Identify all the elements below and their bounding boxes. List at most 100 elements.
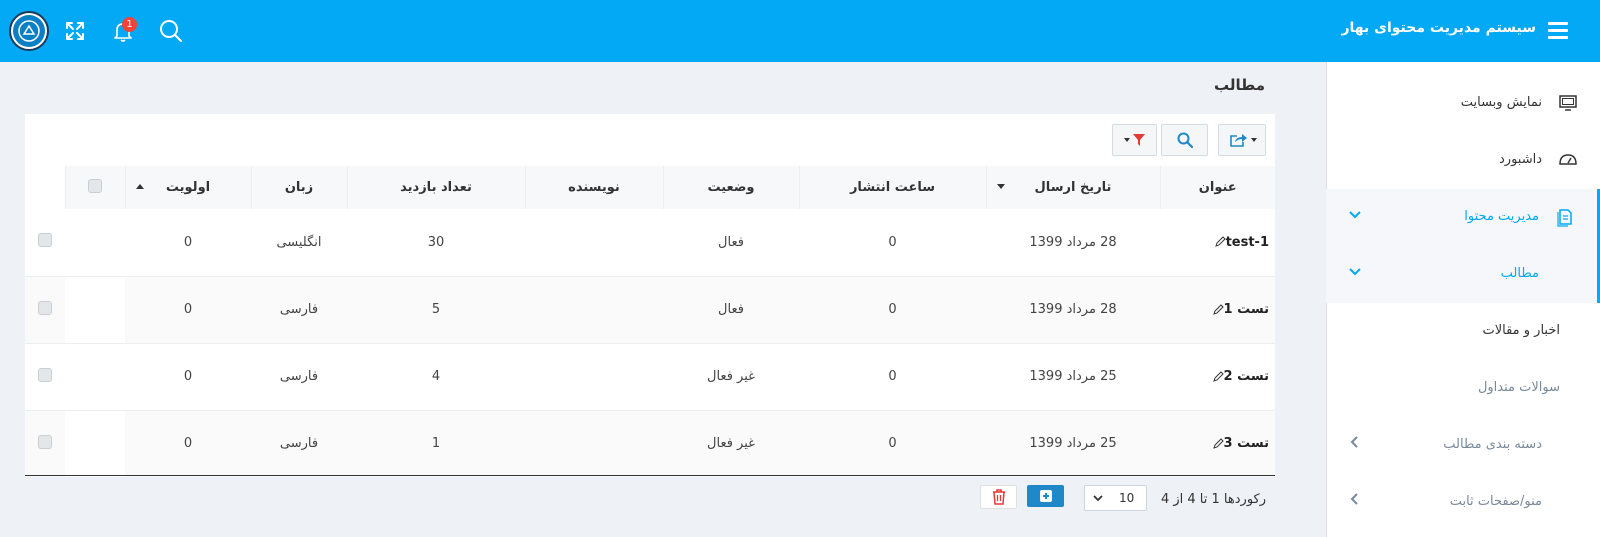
row-select bbox=[25, 343, 65, 411]
page-title: مطالب bbox=[1213, 76, 1265, 94]
sort-asc-icon bbox=[135, 184, 144, 189]
row-send-date: 28 مرداد 1399 bbox=[986, 209, 1160, 277]
sidebar-item-articles[interactable]: مطالب bbox=[1326, 246, 1600, 303]
row-priority: 0 bbox=[125, 276, 251, 344]
add-article-button[interactable] bbox=[1027, 485, 1064, 507]
fullscreen-icon[interactable] bbox=[62, 18, 88, 44]
row-select bbox=[25, 410, 65, 478]
column-header-select bbox=[64, 166, 125, 209]
column-header-status[interactable]: وضعیت bbox=[662, 166, 799, 209]
page-size-select[interactable]: 10 bbox=[1084, 485, 1147, 511]
table-row[interactable]: تست 1 28 مرداد 1399 0 فعال 5 فارسی 0 bbox=[25, 276, 1275, 344]
row-checkbox[interactable] bbox=[38, 300, 52, 315]
sidebar-item-label: دسته بندی مطالب bbox=[1443, 437, 1542, 452]
chevron-down-icon bbox=[1093, 495, 1103, 502]
row-checkbox[interactable] bbox=[38, 434, 52, 449]
row-author bbox=[525, 209, 663, 277]
document-icon bbox=[1557, 209, 1572, 227]
row-checkbox[interactable] bbox=[38, 367, 52, 382]
search-icon bbox=[1177, 132, 1193, 148]
sidebar-item-label: نمایش وبسایت bbox=[1460, 95, 1542, 110]
column-header-title[interactable]: عنوان bbox=[1159, 166, 1275, 209]
chevron-down-icon bbox=[1349, 211, 1361, 219]
row-send-date: 28 مرداد 1399 bbox=[986, 276, 1160, 344]
sidebar-item-dashboard[interactable]: داشبورد bbox=[1326, 132, 1600, 189]
sidebar-item-content-management[interactable]: مدیریت محتوا bbox=[1326, 189, 1600, 246]
table-row[interactable]: test-1 28 مرداد 1399 0 فعال 30 انگلیسی 0 bbox=[25, 209, 1275, 277]
row-priority: 0 bbox=[125, 343, 251, 411]
column-header-publish-time[interactable]: ساعت انتشار bbox=[798, 166, 986, 209]
notification-badge: 1 bbox=[122, 17, 137, 32]
row-title[interactable]: تست 1 bbox=[1160, 276, 1275, 344]
column-header-views[interactable]: تعداد بازدید bbox=[346, 166, 525, 209]
sidebar-item-article-categories[interactable]: دسته بندی مطالب bbox=[1326, 417, 1600, 474]
row-send-date: 25 مرداد 1399 bbox=[986, 410, 1160, 478]
edit-pencil-icon[interactable] bbox=[1212, 303, 1224, 316]
row-gap bbox=[65, 410, 125, 478]
filter-icon bbox=[1132, 134, 1145, 146]
row-views: 5 bbox=[347, 276, 525, 344]
row-checkbox[interactable] bbox=[38, 233, 52, 248]
column-header-send-date[interactable]: تاریخ ارسال bbox=[985, 166, 1160, 209]
sidebar-item-label: مطالب bbox=[1500, 266, 1539, 281]
row-publish-time: 0 bbox=[799, 410, 986, 478]
row-status: فعال bbox=[663, 209, 799, 277]
app-title: سیستم مدیریت محتوای بهار bbox=[1341, 20, 1536, 36]
sidebar-item-label: سوالات متداول bbox=[1477, 380, 1560, 395]
delete-button[interactable] bbox=[980, 485, 1017, 509]
select-all-checkbox[interactable] bbox=[88, 178, 102, 193]
column-header-author[interactable]: نویسنده bbox=[524, 166, 663, 209]
table-bottom-border bbox=[25, 475, 1275, 476]
row-select bbox=[25, 276, 65, 344]
chevron-left-icon bbox=[1350, 493, 1358, 505]
sidebar-item-label: مدیریت محتوا bbox=[1464, 209, 1539, 224]
table-row[interactable]: تست 3 25 مرداد 1399 0 غیر فعال 1 فارسی 0 bbox=[25, 410, 1275, 478]
row-title[interactable]: تست 3 bbox=[1160, 410, 1275, 478]
row-title[interactable]: test-1 bbox=[1160, 209, 1275, 277]
row-views: 1 bbox=[347, 410, 525, 478]
records-summary: رکوردها 1 تا 4 از 4 bbox=[1160, 492, 1266, 507]
table-row[interactable]: تست 2 25 مرداد 1399 0 غیر فعال 4 فارسی 0 bbox=[25, 343, 1275, 411]
header-search-icon[interactable] bbox=[158, 18, 184, 44]
sidebar-item-menu-static-pages[interactable]: منو/صفحات ثابت bbox=[1326, 474, 1600, 531]
row-select bbox=[25, 209, 65, 277]
edit-pencil-icon[interactable] bbox=[1212, 370, 1224, 383]
row-priority: 0 bbox=[125, 209, 251, 277]
sidebar-item-news-articles[interactable]: اخبار و مقالات bbox=[1326, 303, 1600, 360]
sidebar-item-view-website[interactable]: نمایش وبسایت bbox=[1326, 75, 1600, 132]
edit-pencil-icon[interactable] bbox=[1212, 437, 1224, 450]
caret-down-icon bbox=[1123, 138, 1130, 142]
logo-mark bbox=[13, 15, 45, 47]
row-language: فارسی bbox=[251, 410, 347, 478]
hamburger-menu-icon[interactable] bbox=[1548, 22, 1568, 40]
row-gap bbox=[65, 209, 125, 277]
row-author bbox=[525, 343, 663, 411]
table-header-row: عنوان تاریخ ارسال ساعت انتشار وضعیت نویس… bbox=[25, 166, 1275, 209]
edit-pencil-icon[interactable] bbox=[1214, 236, 1226, 248]
row-gap bbox=[65, 276, 125, 344]
row-language: فارسی bbox=[251, 276, 347, 344]
table-search-button[interactable] bbox=[1161, 124, 1208, 156]
chevron-down-icon bbox=[1349, 268, 1361, 276]
articles-table: عنوان تاریخ ارسال ساعت انتشار وضعیت نویس… bbox=[25, 166, 1275, 478]
row-language: فارسی bbox=[251, 343, 347, 411]
column-spacer bbox=[25, 166, 65, 209]
filter-button[interactable] bbox=[1112, 124, 1157, 156]
column-header-priority[interactable]: اولویت bbox=[124, 166, 251, 209]
row-views: 4 bbox=[347, 343, 525, 411]
articles-card: عنوان تاریخ ارسال ساعت انتشار وضعیت نویس… bbox=[25, 114, 1275, 478]
top-header: سیستم مدیریت محتوای بهار 1 bbox=[0, 0, 1600, 62]
caret-down-icon bbox=[1251, 138, 1257, 142]
page-size-value: 10 bbox=[1119, 491, 1135, 505]
row-status: غیر فعال bbox=[663, 343, 799, 411]
brand-logo[interactable] bbox=[9, 11, 49, 51]
row-title[interactable]: تست 2 bbox=[1160, 343, 1275, 411]
row-gap bbox=[65, 343, 125, 411]
sidebar: نمایش وبسایت داشبورد مدیریت محتوا مطالب … bbox=[1326, 62, 1600, 537]
row-language: انگلیسی bbox=[251, 209, 347, 277]
column-header-language[interactable]: زبان bbox=[250, 166, 347, 209]
export-button[interactable] bbox=[1218, 124, 1266, 156]
export-icon bbox=[1230, 134, 1247, 147]
row-publish-time: 0 bbox=[799, 343, 986, 411]
sidebar-item-faq[interactable]: سوالات متداول bbox=[1326, 360, 1600, 417]
